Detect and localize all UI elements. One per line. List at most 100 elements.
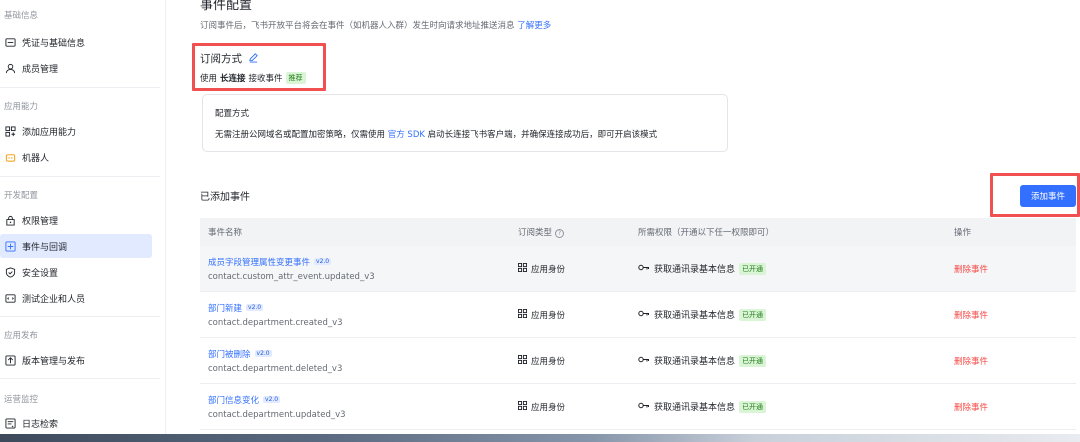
permission-text: 获取通讯录基本信息 (654, 311, 736, 321)
edit-icon[interactable] (248, 52, 259, 66)
version-badge: v2.0 (246, 304, 264, 311)
sidebar-divider (0, 316, 160, 317)
sidebar-group-ops: 运营监控 (4, 395, 39, 405)
event-cell: 部门被删除 v2.0 contact.department.deleted_v3 (200, 348, 518, 374)
key-icon (638, 310, 650, 320)
subscription-type: 应用身份 (518, 308, 638, 321)
added-events-title: 已添加事件 (200, 192, 250, 203)
log-icon (4, 417, 16, 429)
permission-cell: 获取通讯录基本信息 已开通 (638, 308, 954, 321)
permission-text: 获取通讯录基本信息 (654, 357, 736, 367)
header-subscription-type: 订阅类型? (518, 226, 638, 238)
user-icon (4, 62, 16, 74)
help-icon[interactable]: ? (555, 229, 565, 238)
event-name-text: 部门新建 (208, 303, 243, 314)
subscription-title: 订阅方式 (200, 53, 242, 65)
recommended-badge: 推荐 (285, 72, 306, 84)
event-cell: 部门新建 v2.0 contact.department.created_v3 (200, 302, 518, 328)
shield-icon (4, 266, 16, 278)
event-key: contact.custom_attr_event.updated_v3 (208, 271, 375, 282)
subscription-type: 应用身份 (518, 262, 638, 275)
card-icon (4, 36, 16, 48)
event-name[interactable]: 部门新建 v2.0 (208, 302, 518, 314)
table-row: 部门信息变化 v2.0 contact.department.updated_v3… (200, 384, 1076, 430)
app-identity-icon (518, 354, 527, 367)
header-event-name: 事件名称 (208, 228, 243, 238)
upload-icon (4, 354, 16, 366)
sidebar-item-label: 日志检索 (22, 419, 59, 430)
lock-icon (4, 214, 16, 226)
version-badge: v2.0 (314, 258, 332, 265)
learn-more-link[interactable]: 了解更多 (517, 21, 551, 31)
sidebar-item-credentials[interactable]: 凭证与基础信息 (0, 30, 152, 54)
sidebar-divider (0, 378, 160, 379)
event-name[interactable]: 部门信息变化 v2.0 (208, 394, 518, 406)
sidebar-divider (0, 176, 160, 177)
sidebar-item-label: 事件与回调 (22, 242, 68, 253)
config-text-before: 无需注册公网域名或配置加密策略，仅需使用 (215, 130, 386, 140)
sidebar-item-label: 添加应用能力 (22, 127, 77, 138)
event-cell: 成员字段管理属性变更事件 v2.0 contact.custom_attr_eve… (200, 256, 518, 282)
event-name[interactable]: 成员字段管理属性变更事件 v2.0 (208, 256, 518, 268)
sidebar-item-versions[interactable]: 版本管理与发布 (0, 348, 152, 372)
event-key: contact.department.updated_v3 (208, 409, 346, 420)
subscription-type-text: 应用身份 (531, 310, 566, 321)
config-title: 配置方式 (215, 109, 250, 119)
robot-icon (4, 151, 16, 163)
sidebar-item-test-users[interactable]: 测试企业和人员 (0, 286, 152, 310)
sidebar-item-permissions[interactable]: 权限管理 (0, 208, 152, 232)
sidebar-item-label: 凭证与基础信息 (22, 38, 86, 49)
event-name-text: 部门被删除 (208, 349, 251, 360)
add-event-button[interactable]: 添加事件 (1020, 185, 1076, 207)
event-icon (4, 240, 16, 252)
taskbar-strip (0, 434, 1080, 442)
sidebar-item-label: 安全设置 (22, 268, 59, 279)
sdk-link[interactable]: 官方 SDK (388, 130, 425, 140)
event-name-text: 部门信息变化 (208, 395, 260, 406)
sidebar-group-release: 应用发布 (4, 331, 39, 341)
key-icon (638, 402, 650, 412)
header-permissions: 所需权限（开通以下任一权限即可） (638, 228, 775, 238)
event-key: contact.department.deleted_v3 (208, 363, 343, 374)
sidebar-item-members[interactable]: 成员管理 (0, 56, 152, 80)
delete-event-button[interactable]: 删除事件 (954, 309, 1076, 321)
delete-event-button[interactable]: 删除事件 (954, 401, 1076, 413)
events-table: 事件名称 订阅类型? 所需权限（开通以下任一权限即可） 操作 成员字段管理属性变… (200, 218, 1076, 430)
test-icon (4, 292, 16, 304)
event-cell: 部门信息变化 v2.0 contact.department.updated_v3 (200, 394, 518, 420)
event-name[interactable]: 部门被删除 v2.0 (208, 348, 518, 360)
subscription-type: 应用身份 (518, 400, 638, 413)
subscription-suffix: 接收事件 (248, 74, 283, 84)
version-badge: v2.0 (263, 396, 281, 403)
subscription-type-text: 应用身份 (531, 402, 566, 413)
key-icon (638, 264, 650, 274)
table-header: 事件名称 订阅类型? 所需权限（开通以下任一权限即可） 操作 (200, 218, 1076, 246)
permission-text: 获取通讯录基本信息 (654, 403, 736, 413)
sidebar: 基础信息 凭证与基础信息 成员管理 应用能力 添加应用能力 机器人 开发配置 权… (0, 0, 166, 442)
sidebar-item-label: 成员管理 (22, 64, 59, 75)
version-badge: v2.0 (254, 350, 272, 357)
sidebar-item-logs[interactable]: 日志检索 (0, 411, 152, 435)
sidebar-item-robot[interactable]: 机器人 (0, 145, 152, 169)
header-subscription-type-label: 订阅类型 (518, 228, 553, 238)
delete-event-button[interactable]: 删除事件 (954, 263, 1076, 275)
table-row: 成员字段管理属性变更事件 v2.0 contact.custom_attr_eve… (200, 246, 1076, 292)
app-identity-icon (518, 400, 527, 413)
sidebar-item-add-capability[interactable]: 添加应用能力 (0, 119, 152, 143)
delete-event-button[interactable]: 删除事件 (954, 355, 1076, 367)
config-text-after: 启动长连接飞书客户端，并确保连接成功后，即可开启该模式 (427, 130, 658, 140)
sidebar-item-security[interactable]: 安全设置 (0, 260, 152, 284)
key-icon (638, 356, 650, 366)
sidebar-item-label: 版本管理与发布 (22, 356, 86, 367)
subscription-line: 使用 长连接 接收事件 推荐 (200, 72, 306, 84)
sidebar-item-label: 权限管理 (22, 216, 59, 227)
subscription-prefix: 使用 (200, 74, 218, 84)
config-box: 配置方式 无需注册公网域名或配置加密策略，仅需使用 官方 SDK 启动长连接飞书… (202, 94, 728, 152)
event-key: contact.department.created_v3 (208, 317, 343, 328)
page-title: 事件配置 (200, 0, 253, 13)
sidebar-group-capabilities: 应用能力 (4, 102, 39, 112)
app-identity-icon (518, 262, 527, 275)
subscription-type-text: 应用身份 (531, 356, 566, 367)
permission-cell: 获取通讯录基本信息 已开通 (638, 400, 954, 413)
sidebar-item-events[interactable]: 事件与回调 (0, 234, 152, 258)
